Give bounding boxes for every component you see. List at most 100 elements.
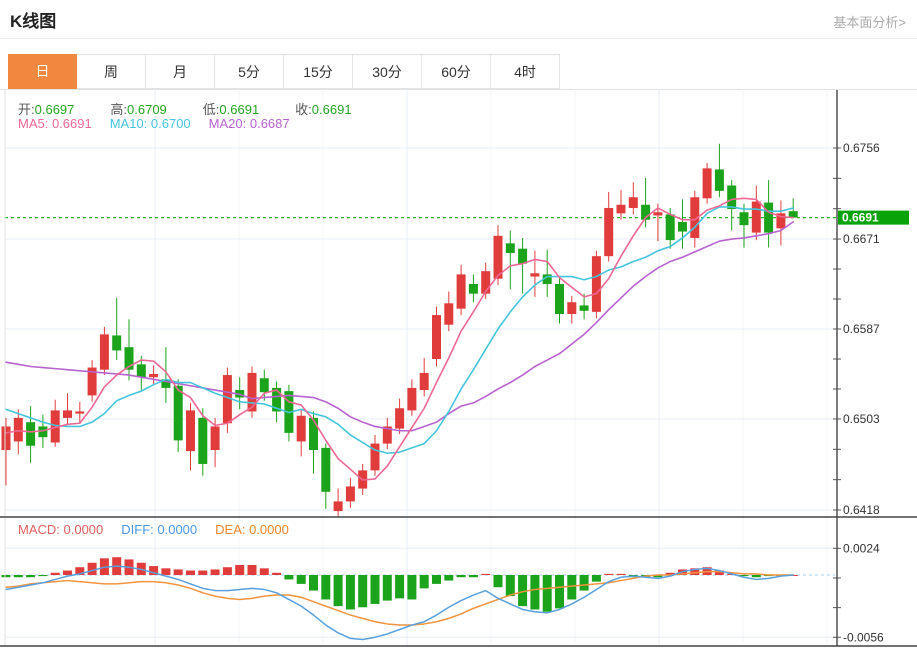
macd-hist-bar (481, 573, 491, 575)
candle-body (259, 378, 269, 393)
macd-hist-bar (38, 575, 48, 577)
candle-body (555, 284, 564, 315)
interval-tabbar: 日周月 5分 15分 30分 60分 4时 (8, 54, 560, 89)
macd-hist-bar (616, 573, 626, 575)
macd-hist-bar (259, 568, 269, 575)
axis-label: 0.6671 (843, 232, 880, 246)
candle-body (505, 243, 515, 253)
macd-hist-bar (530, 575, 540, 610)
candle-body (345, 486, 355, 502)
axis-label: 0.6418 (843, 503, 880, 517)
macd-hist-bar (296, 575, 306, 584)
tab-4时[interactable]: 4时 (491, 54, 560, 89)
macd-hist-bar (63, 570, 72, 575)
candle-body (198, 417, 208, 464)
macd-hist-bar (1, 575, 11, 578)
macd-hist-bar (395, 575, 405, 599)
tab-月[interactable]: 月 (146, 54, 215, 89)
macd-hist-bar (50, 572, 60, 575)
fundamental-analysis-link[interactable]: 基本面分析> (833, 12, 906, 31)
macd-hist-bar (555, 575, 564, 609)
macd-hist-bar (505, 575, 515, 597)
macd-hist-bar (493, 575, 503, 588)
axis-label: 0.6756 (843, 141, 880, 155)
tab-60分[interactable]: 60分 (422, 54, 491, 89)
legend-item: 高:0.6709 (110, 102, 167, 117)
macd-hist-bar (591, 575, 601, 582)
axis-label: 0.0024 (843, 541, 880, 555)
candle-body (1, 426, 11, 451)
candle-body (309, 417, 318, 451)
candle-body (714, 169, 724, 191)
candle-body (764, 202, 774, 233)
ma5-line (5, 197, 795, 481)
candle-body (456, 274, 466, 309)
candle-body (112, 335, 122, 351)
candle-body (702, 168, 712, 199)
macd-hist-bar (87, 562, 97, 575)
macd-hist-bar (444, 575, 454, 581)
candle-body (407, 387, 417, 411)
macd-hist-bar (198, 570, 208, 575)
macd-hist-bar (345, 575, 355, 610)
candle-body (210, 426, 220, 451)
candle-body (75, 411, 85, 414)
macd-hist-bar (579, 575, 589, 591)
candle-body (518, 248, 528, 264)
macd-hist-bar (309, 575, 318, 591)
candle-body (173, 385, 183, 441)
macd-hist-bar (321, 575, 331, 600)
tab-日[interactable]: 日 (8, 54, 77, 89)
legend-item: 收:0.6691 (295, 102, 352, 117)
candle-body (751, 201, 761, 233)
macd-hist-bar (456, 575, 466, 578)
candle-body (296, 415, 306, 442)
legend-item: 低:0.6691 (202, 102, 260, 117)
tab-周[interactable]: 周 (77, 54, 146, 89)
legend-item: DIFF: 0.0000 (121, 522, 198, 537)
candle-body (567, 302, 577, 315)
macd-hist-bar (13, 575, 23, 578)
tab-5分[interactable]: 5分 (215, 54, 284, 89)
candle-body (333, 501, 343, 512)
legend-item: MA10: 0.6700 (109, 116, 191, 131)
macd-hist-bar (161, 568, 171, 575)
candle-body (186, 410, 195, 452)
legend-item: MA5: 0.6691 (18, 116, 92, 131)
title-divider (0, 38, 917, 39)
candle-body (665, 214, 675, 241)
macd-hist-bar (222, 567, 232, 575)
candle-body (99, 334, 109, 370)
kline-chart-area[interactable]: 0.6756 0.6671 0.6587 0.6503 0.6418 0.0024 -0.0… (0, 0, 917, 651)
macd-hist-bar (468, 575, 478, 578)
candle-body (616, 204, 626, 214)
macd-hist-bar (382, 575, 392, 601)
macd-hist-bar (567, 575, 577, 600)
legend-item: 开:0.6697 (18, 102, 75, 117)
macd-hist-bar (247, 564, 257, 575)
macd-hist-bar (272, 572, 282, 575)
tab-30分[interactable]: 30分 (353, 54, 422, 89)
ma-legend: MA5: 0.6691 MA10: 0.6700 MA20: 0.6687 (18, 116, 308, 131)
macd-hist-bar (26, 575, 36, 578)
macd-hist-bar (358, 575, 368, 608)
candle-body (321, 447, 331, 492)
macd-hist-bar (604, 573, 614, 575)
macd-hist-bar (542, 575, 552, 612)
axis-label: 0.6587 (843, 322, 880, 336)
candle-body (419, 372, 429, 391)
legend-item: DEA: 0.0000 (215, 522, 289, 537)
candle-body (432, 315, 441, 359)
candle-body (13, 417, 23, 442)
macd-hist-bar (419, 575, 429, 589)
candle-body (444, 303, 454, 325)
candle-body (653, 212, 663, 216)
tab-15分[interactable]: 15分 (284, 54, 353, 89)
macd-hist-bar (333, 575, 343, 607)
candle-body (678, 221, 687, 232)
axis-label: 0.6503 (843, 412, 880, 426)
candle-body (149, 373, 159, 378)
candle-body (530, 273, 540, 277)
current-price-badge-label: 0.6691 (842, 211, 879, 225)
candle-body (628, 197, 638, 208)
